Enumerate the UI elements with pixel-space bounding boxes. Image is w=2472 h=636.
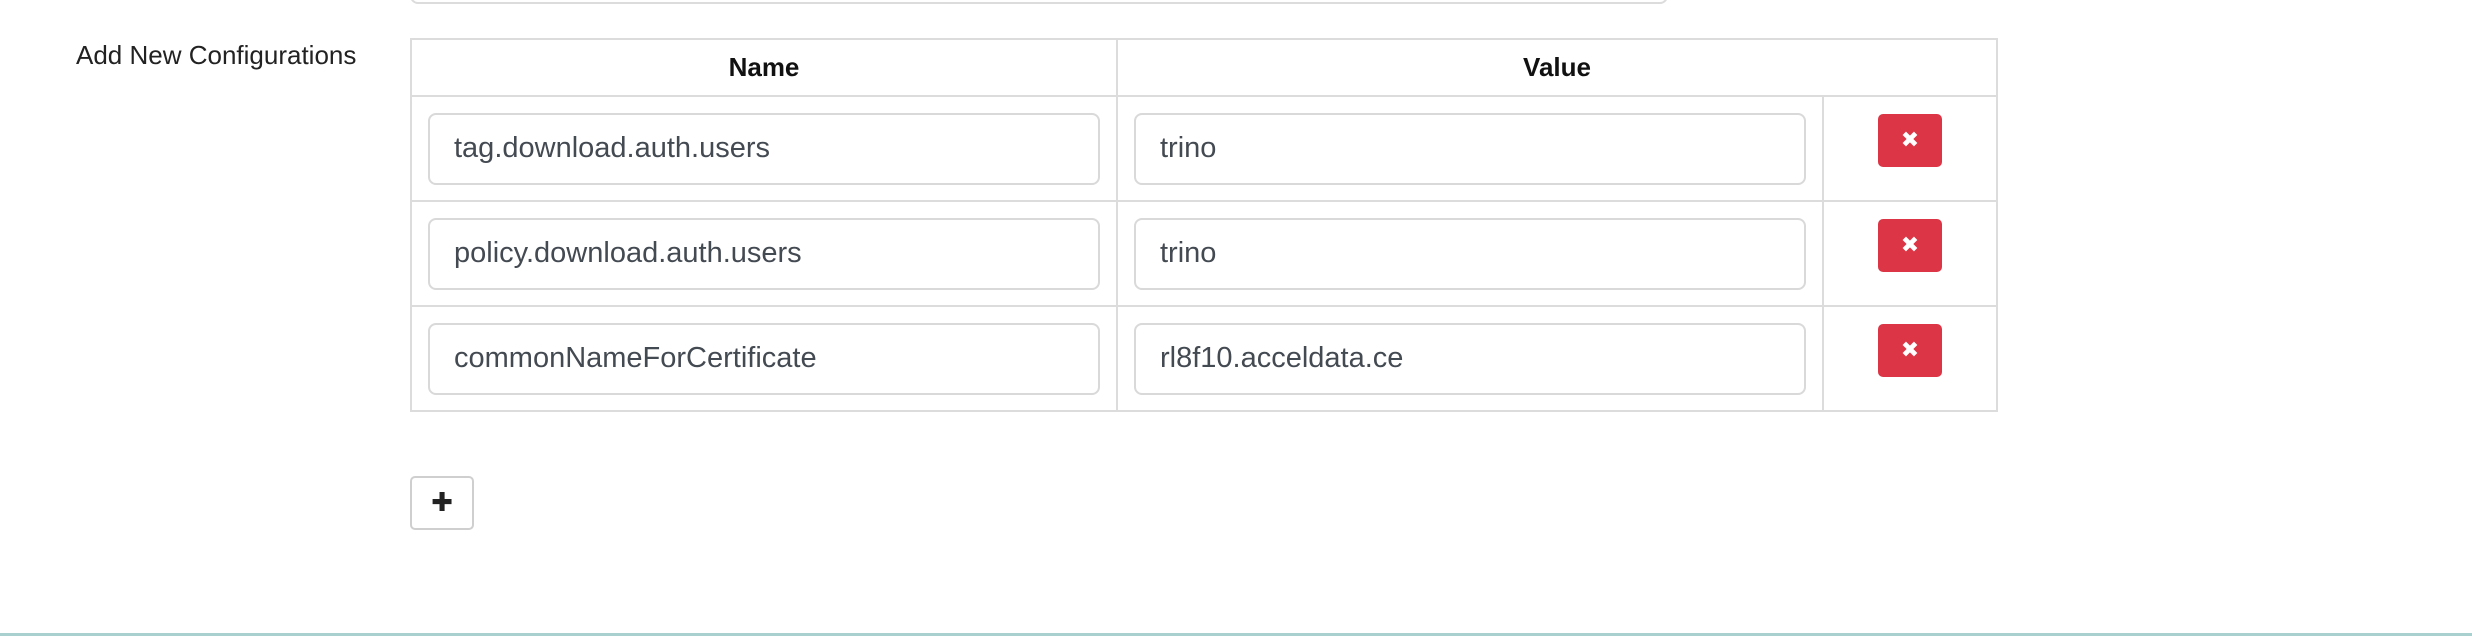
config-name-input[interactable] — [428, 322, 1100, 395]
name-cell — [410, 95, 1118, 202]
remove-row-button[interactable]: ✖ — [1878, 324, 1942, 377]
value-cell — [1116, 95, 1824, 202]
config-name-input[interactable] — [428, 112, 1100, 185]
name-column-header: Name — [410, 38, 1118, 97]
action-cell: ✖ — [1822, 200, 1998, 307]
table-row: ✖ — [410, 200, 1998, 307]
remove-row-button[interactable]: ✖ — [1878, 219, 1942, 272]
config-value-input[interactable] — [1134, 217, 1806, 290]
config-value-input[interactable] — [1134, 322, 1806, 395]
action-cell: ✖ — [1822, 95, 1998, 202]
name-cell — [410, 200, 1118, 307]
plus-icon: ✚ — [431, 488, 453, 518]
remove-row-button[interactable]: ✖ — [1878, 114, 1942, 167]
table-row: ✖ — [410, 305, 1998, 412]
value-cell — [1116, 305, 1824, 412]
close-icon: ✖ — [1900, 338, 1920, 363]
close-icon: ✖ — [1900, 128, 1920, 153]
action-cell: ✖ — [1822, 305, 1998, 412]
config-name-input[interactable] — [428, 217, 1100, 290]
configurations-table: Name Value ✖ ✖ — [410, 38, 1998, 412]
previous-field-edge — [410, 0, 1668, 4]
add-configuration-button[interactable]: ✚ — [410, 476, 474, 530]
table-row: ✖ — [410, 95, 1998, 202]
value-cell — [1116, 200, 1824, 307]
close-icon: ✖ — [1900, 233, 1920, 258]
table-header-row: Name Value — [410, 38, 1998, 97]
value-column-header: Value — [1116, 38, 1998, 97]
name-cell — [410, 305, 1118, 412]
config-value-input[interactable] — [1134, 112, 1806, 185]
add-new-configurations-label: Add New Configurations — [76, 40, 357, 70]
